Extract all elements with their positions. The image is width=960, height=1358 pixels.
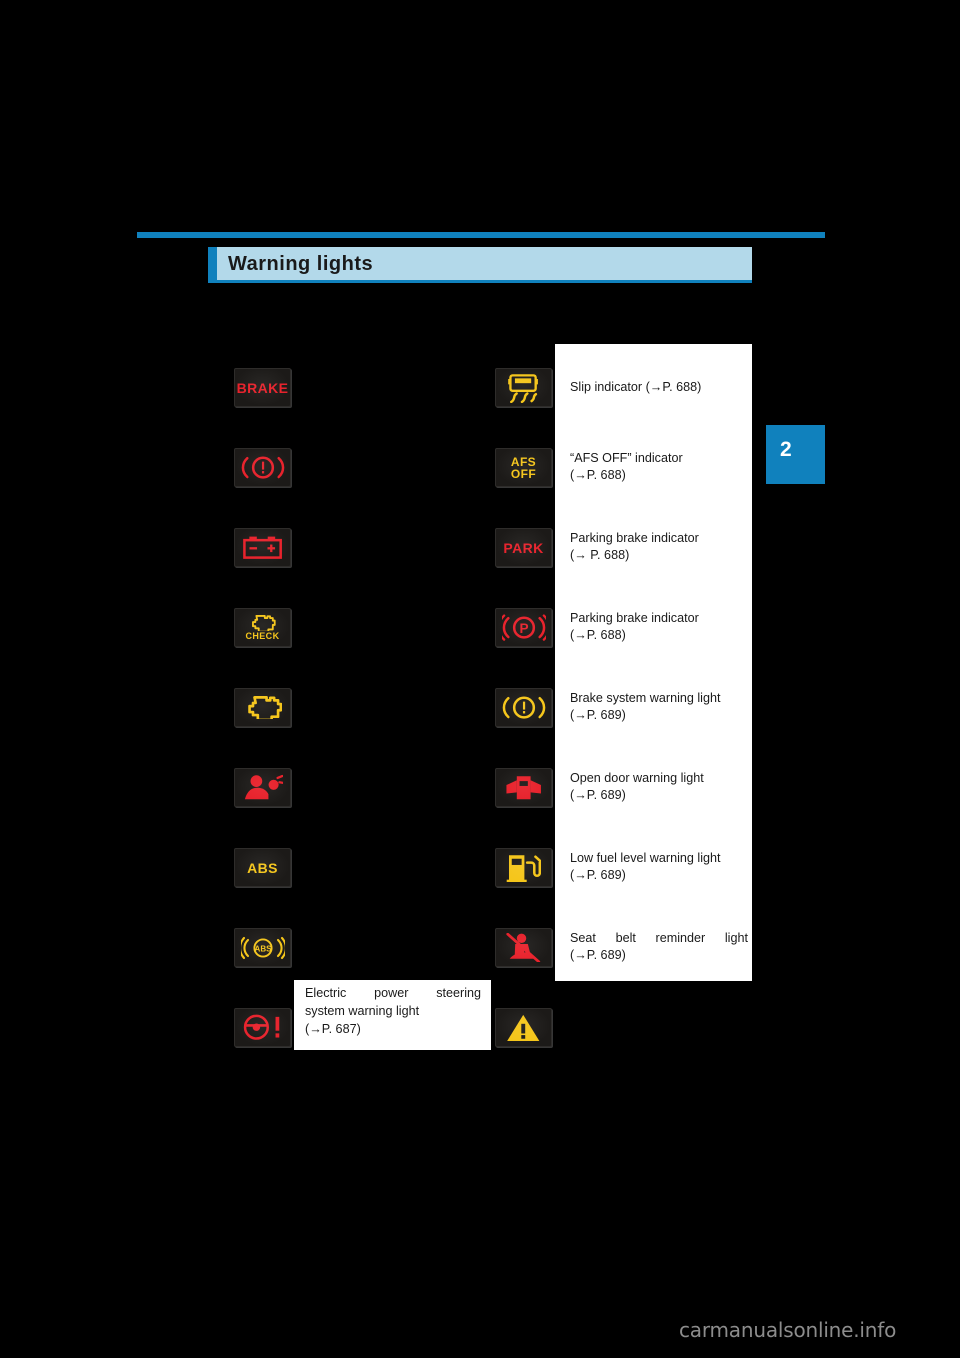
chapter-number: 2 [780,438,792,461]
brake-text-warning-lamp-icon: BRAKE [234,368,291,407]
right-lamp-slot [495,848,552,887]
lamp-description-line: Low fuel level warning light [570,850,721,865]
lamp-description-line: Seat belt reminder light [570,930,748,945]
eps-caption-line-1: Electric power steering [305,986,481,1000]
low-fuel-level-warning-lamp-icon [495,848,552,887]
open-door-warning-lamp-icon [495,768,552,807]
lamp-description-line: (→P. 689) [570,788,626,803]
lamp-description-line: (→P. 688) [570,628,626,643]
seat-belt-reminder-lamp-icon [495,928,552,967]
left-lamp-slot: CHECK [234,608,291,647]
eps-caption-line-2: system warning light [305,1003,420,1018]
lamp-description-line: (→P. 689) [570,708,626,723]
header-top-rule [137,232,825,238]
left-lamp-slot: BRAKE [234,368,291,407]
master-warning-triangle-lamp-icon [495,1008,552,1047]
right-lamp-slot [495,688,552,727]
eps-caption: Electric power steering system warning l… [305,985,481,1039]
lamp-description-line: (→ P. 688) [570,548,630,563]
section-header-accent [208,247,217,280]
check-engine-check-lamp-icon: CHECK [234,608,291,647]
abs-text-warning-lamp-icon: ABS [234,848,291,887]
lamp-label: ABS [247,859,278,876]
right-lamp-slot [495,1008,552,1047]
charging-system-battery-warning-lamp-icon [234,528,291,567]
section-header-bar: Warning lights [208,247,752,280]
right-column-text-panel [555,344,752,981]
park-text-indicator-lamp-icon: PARK [495,528,552,567]
malfunction-indicator-engine-lamp-icon [234,688,291,727]
left-lamp-slot [234,448,291,487]
svg-text:P: P [519,621,528,636]
afs-off-indicator-lamp-icon: AFS OFF [495,448,552,487]
brake-system-warning-lamp-icon [495,688,552,727]
brake-system-warning-lamp-icon [234,448,291,487]
page-title: Warning lights [228,252,374,275]
lamp-description: Open door warning light (→P. 689) [570,770,748,806]
right-lamp-slot [495,928,552,967]
right-lamp-slot: PARK [495,528,552,567]
left-lamp-slot [234,528,291,567]
section-header-underline [208,280,752,283]
site-watermark: carmanualsonline.info [679,1318,897,1342]
slip-indicator-lamp-icon [495,368,552,407]
lamp-description-line: Parking brake indicator [570,610,699,625]
lamp-description-line: (→P. 689) [570,948,626,963]
lamp-description-line: Open door warning light [570,770,704,785]
left-lamp-slot [234,768,291,807]
left-lamp-slot [234,1008,291,1047]
lamp-description: Parking brake indicator (→P. 688) [570,610,748,646]
lamp-description: Low fuel level warning light (→P. 689) [570,850,748,886]
lamp-description-line: “AFS OFF” indicator [570,450,683,465]
lamp-label: BRAKE [236,379,289,396]
lamp-description-line: (→P. 688) [570,468,626,483]
right-lamp-slot: P [495,608,552,647]
left-lamp-slot: ABS [234,848,291,887]
lamp-label: CHECK [245,630,280,641]
lamp-description-line: Slip indicator (→P. 688) [570,379,702,394]
lamp-description-line: Brake system warning light [570,690,721,705]
left-lamp-slot [234,688,291,727]
svg-text:ABS: ABS [254,944,272,953]
lamp-description: Parking brake indicator (→ P. 688) [570,530,748,566]
lamp-description-line: Parking brake indicator [570,530,699,545]
srs-airbag-warning-lamp-icon [234,768,291,807]
left-lamp-slot: ABS [234,928,291,967]
eps-caption-line-3: (→P. 687) [305,1021,361,1036]
right-lamp-slot [495,768,552,807]
electric-power-steering-warning-lamp-icon [234,1008,291,1047]
chapter-tab: 2 [766,425,825,484]
lamp-description: Seat belt reminder light (→P. 689) [570,930,748,966]
abs-brackets-warning-lamp-icon: ABS [234,928,291,967]
lamp-description: Slip indicator (→P. 688) [570,379,748,397]
lamp-description: “AFS OFF” indicator (→P. 688) [570,450,748,486]
parking-brake-p-indicator-lamp-icon: P [495,608,552,647]
lamp-description-line: (→P. 689) [570,868,626,883]
right-lamp-slot: AFS OFF [495,448,552,487]
lamp-label: PARK [503,539,544,556]
lamp-description: Brake system warning light (→P. 689) [570,690,748,726]
right-lamp-slot [495,368,552,407]
lamp-label: AFS OFF [510,454,537,481]
